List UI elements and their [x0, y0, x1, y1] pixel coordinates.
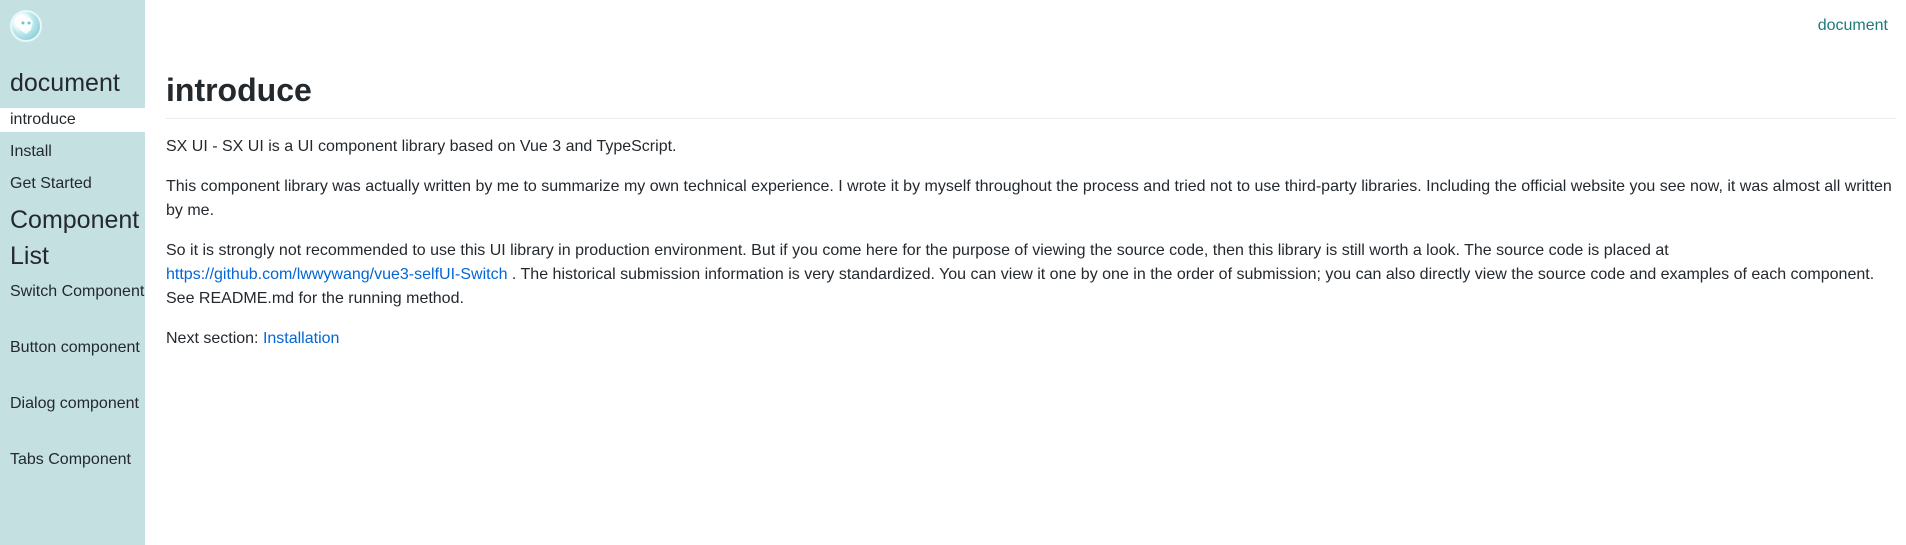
source-paragraph: So it is strongly not recommended to use…	[166, 239, 1896, 311]
sidebar-item-get-started[interactable]: Get Started	[0, 172, 145, 196]
sidebar-item-introduce[interactable]: introduce	[0, 108, 145, 132]
app-root: document introduce Install Get Started C…	[0, 0, 1906, 545]
sidebar-component-section-title: Component List	[10, 206, 140, 270]
next-section-link[interactable]: Installation	[263, 330, 340, 347]
logo-icon[interactable]	[10, 10, 42, 42]
main-content: introduce SX UI - SX UI is a UI componen…	[166, 70, 1896, 351]
sidebar-section-title: document	[10, 69, 120, 97]
sidebar-item-button-component[interactable]: Button component	[0, 336, 145, 360]
source-paragraph-text-before: So it is strongly not recommended to use…	[166, 242, 1669, 259]
intro-paragraph: SX UI - SX UI is a UI component library …	[166, 138, 677, 155]
sidebar: document introduce Install Get Started C…	[0, 0, 145, 545]
sidebar-item-dialog-component[interactable]: Dialog component	[0, 392, 145, 416]
github-link[interactable]: https://github.com/lwwywang/vue3-selfUI-…	[166, 266, 507, 283]
next-section-label: Next section:	[166, 330, 259, 347]
next-section: Next section: Installation	[166, 327, 1896, 351]
topnav-document-link[interactable]: document	[1818, 17, 1888, 35]
sidebar-item-install[interactable]: Install	[0, 140, 145, 164]
sidebar-item-tabs-component[interactable]: Tabs Component	[0, 448, 145, 472]
experience-paragraph: This component library was actually writ…	[166, 178, 1892, 219]
page-title: introduce	[166, 70, 1896, 119]
sidebar-item-switch-component[interactable]: Switch Component	[0, 280, 145, 304]
